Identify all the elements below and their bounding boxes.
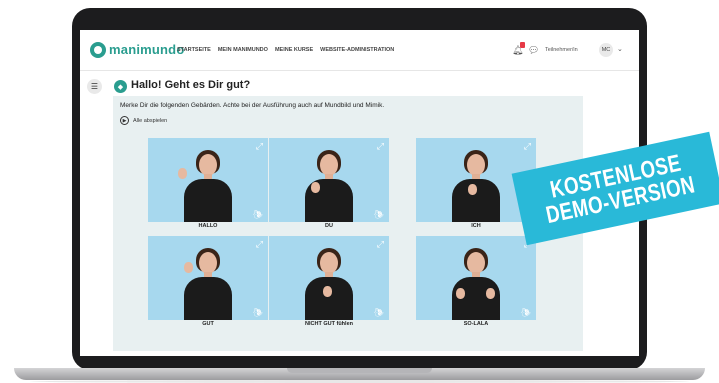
sign-caption: DU xyxy=(325,223,333,229)
sign-video[interactable]: ⤢ 🐌︎ xyxy=(416,236,536,320)
main-navigation: STARTSEITE MEIN MANIMUNDO MEINE KURSE WE… xyxy=(177,47,394,53)
sign-caption: NICHT GUT fühlen xyxy=(305,321,353,327)
sign-caption: GUT xyxy=(202,321,214,327)
snail-icon[interactable]: 🐌︎ xyxy=(374,210,384,219)
notification-badge xyxy=(520,42,525,48)
snail-icon[interactable]: 🐌︎ xyxy=(253,308,263,317)
page-title: Hallo! Geht es Dir gut? xyxy=(131,79,251,91)
sign-caption: HALLO xyxy=(198,223,218,229)
sign-card-nicht-gut-fuehlen[interactable]: ⤢ 🐌︎ NICHT GUT fühlen xyxy=(269,236,389,332)
sign-caption: SO-LALA xyxy=(463,321,489,327)
user-role[interactable]: Teilnehmer/in xyxy=(545,47,578,53)
signer-hand xyxy=(468,184,477,195)
sign-card-du[interactable]: ⤢ 🐌︎ DU xyxy=(269,138,389,234)
nav-item-website-administration[interactable]: WEBSITE-ADMINISTRATION xyxy=(320,47,394,53)
signer-hand xyxy=(184,262,193,273)
snail-icon[interactable]: 🐌︎ xyxy=(253,210,263,219)
expand-icon[interactable]: ⤢ xyxy=(256,141,263,152)
sign-video[interactable]: ⤢ 🐌︎ xyxy=(148,236,268,320)
sign-caption: ICH xyxy=(471,223,481,229)
expand-icon[interactable]: ⤢ xyxy=(377,141,384,152)
signer-face xyxy=(199,154,217,176)
sign-video[interactable]: ⤢ 🐌︎ xyxy=(269,138,389,222)
laptop-notch xyxy=(287,368,432,373)
signer-face xyxy=(199,252,217,274)
signer-hand xyxy=(486,288,495,299)
signer-hand xyxy=(178,168,187,179)
expand-icon[interactable]: ⤢ xyxy=(256,239,263,250)
menu-icon[interactable]: ☰ xyxy=(87,79,102,94)
signer-face xyxy=(467,252,485,274)
lesson-instruction: Merke Dir die folgenden Gebärden. Achte … xyxy=(120,102,385,109)
play-all-button[interactable]: Alle abspielen xyxy=(133,118,167,124)
signer-hand xyxy=(311,182,320,193)
sign-video[interactable]: ⤢ 🐌︎ xyxy=(148,138,268,222)
logo-text[interactable]: manimundo xyxy=(109,42,184,57)
expand-icon[interactable]: ⤢ xyxy=(524,141,531,152)
course-section-icon: ◆ xyxy=(114,80,127,93)
signer-body xyxy=(305,277,353,320)
signer-body xyxy=(184,179,232,222)
signer-hand xyxy=(456,288,465,299)
sign-card-gut[interactable]: ⤢ 🐌︎ GUT xyxy=(148,236,268,332)
avatar[interactable]: MC xyxy=(599,43,613,57)
chat-icon[interactable]: 💬︎ xyxy=(528,45,539,56)
sign-video[interactable]: ⤢ 🐌︎ xyxy=(269,236,389,320)
signer-face xyxy=(320,154,338,176)
nav-item-meine-kurse[interactable]: MEINE KURSE xyxy=(275,47,313,53)
signer-face xyxy=(467,154,485,176)
play-icon[interactable]: ▶ xyxy=(120,116,129,125)
snail-icon[interactable]: 🐌︎ xyxy=(374,308,384,317)
signer-body xyxy=(184,277,232,320)
signer-hand xyxy=(323,286,332,297)
nav-item-startseite[interactable]: STARTSEITE xyxy=(177,47,211,53)
expand-icon[interactable]: ⤢ xyxy=(377,239,384,250)
snail-icon[interactable]: 🐌︎ xyxy=(521,308,531,317)
chevron-down-icon[interactable]: ⌄ xyxy=(617,45,623,53)
logo-icon[interactable] xyxy=(90,42,106,58)
signer-face xyxy=(320,252,338,274)
sign-card-so-lala[interactable]: ⤢ 🐌︎ SO-LALA xyxy=(416,236,536,332)
sign-card-hallo[interactable]: ⤢ 🐌︎ HALLO xyxy=(148,138,268,234)
nav-item-mein-manimundo[interactable]: MEIN MANIMUNDO xyxy=(218,47,268,53)
top-navigation-bar: manimundo STARTSEITE MEIN MANIMUNDO MEIN… xyxy=(80,30,639,71)
